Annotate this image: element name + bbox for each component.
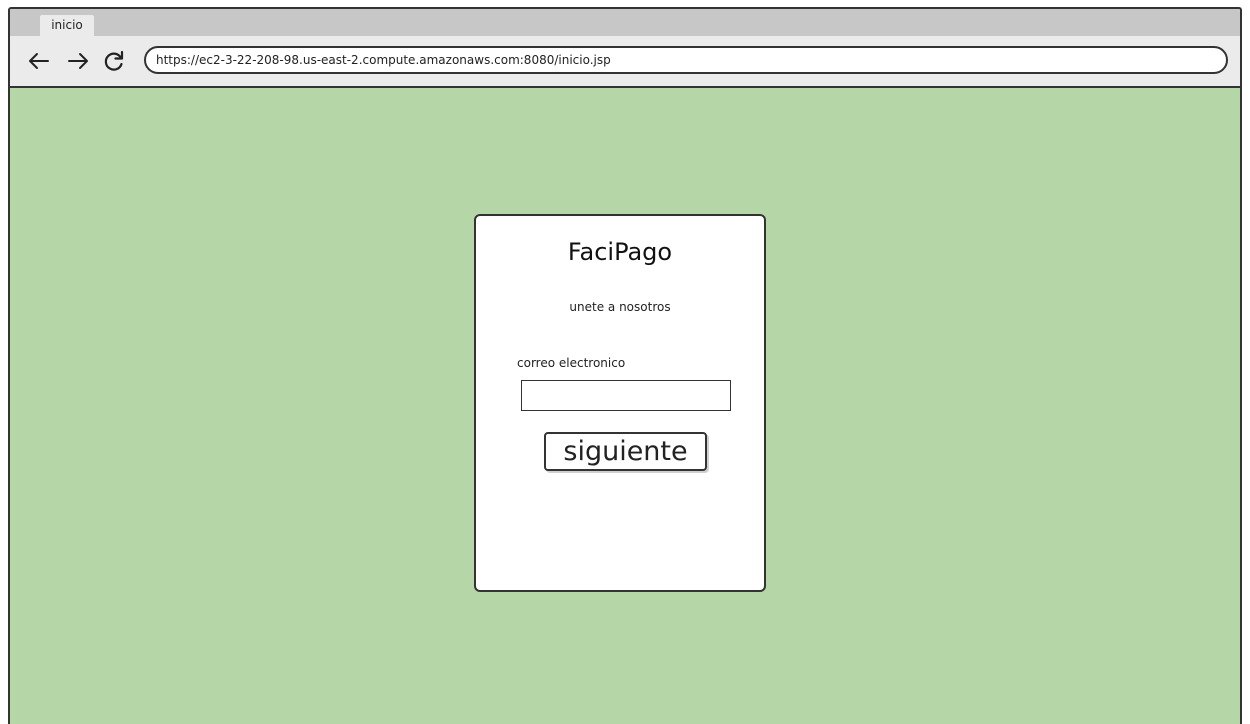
signup-card: FaciPago unete a nosotros correo electro… — [474, 214, 766, 592]
page-content: FaciPago unete a nosotros correo electro… — [10, 88, 1240, 724]
brand-title: FaciPago — [567, 238, 673, 266]
tab-strip: inicio — [10, 9, 1240, 36]
email-field[interactable] — [521, 380, 731, 411]
back-arrow-icon[interactable] — [27, 49, 51, 73]
address-bar[interactable]: https://ec2-3-22-208-98.us-east-2.comput… — [144, 46, 1228, 74]
browser-window: inicio https://ec2-3-22-208-98.us-east-2… — [8, 7, 1242, 724]
next-button[interactable]: siguiente — [544, 432, 707, 471]
forward-arrow-icon[interactable] — [66, 49, 90, 73]
email-label: correo electronico — [517, 356, 626, 370]
reload-icon[interactable] — [102, 49, 126, 73]
subtitle: unete a nosotros — [569, 300, 671, 314]
browser-toolbar: https://ec2-3-22-208-98.us-east-2.comput… — [10, 36, 1240, 88]
tab-inicio[interactable]: inicio — [40, 15, 94, 36]
